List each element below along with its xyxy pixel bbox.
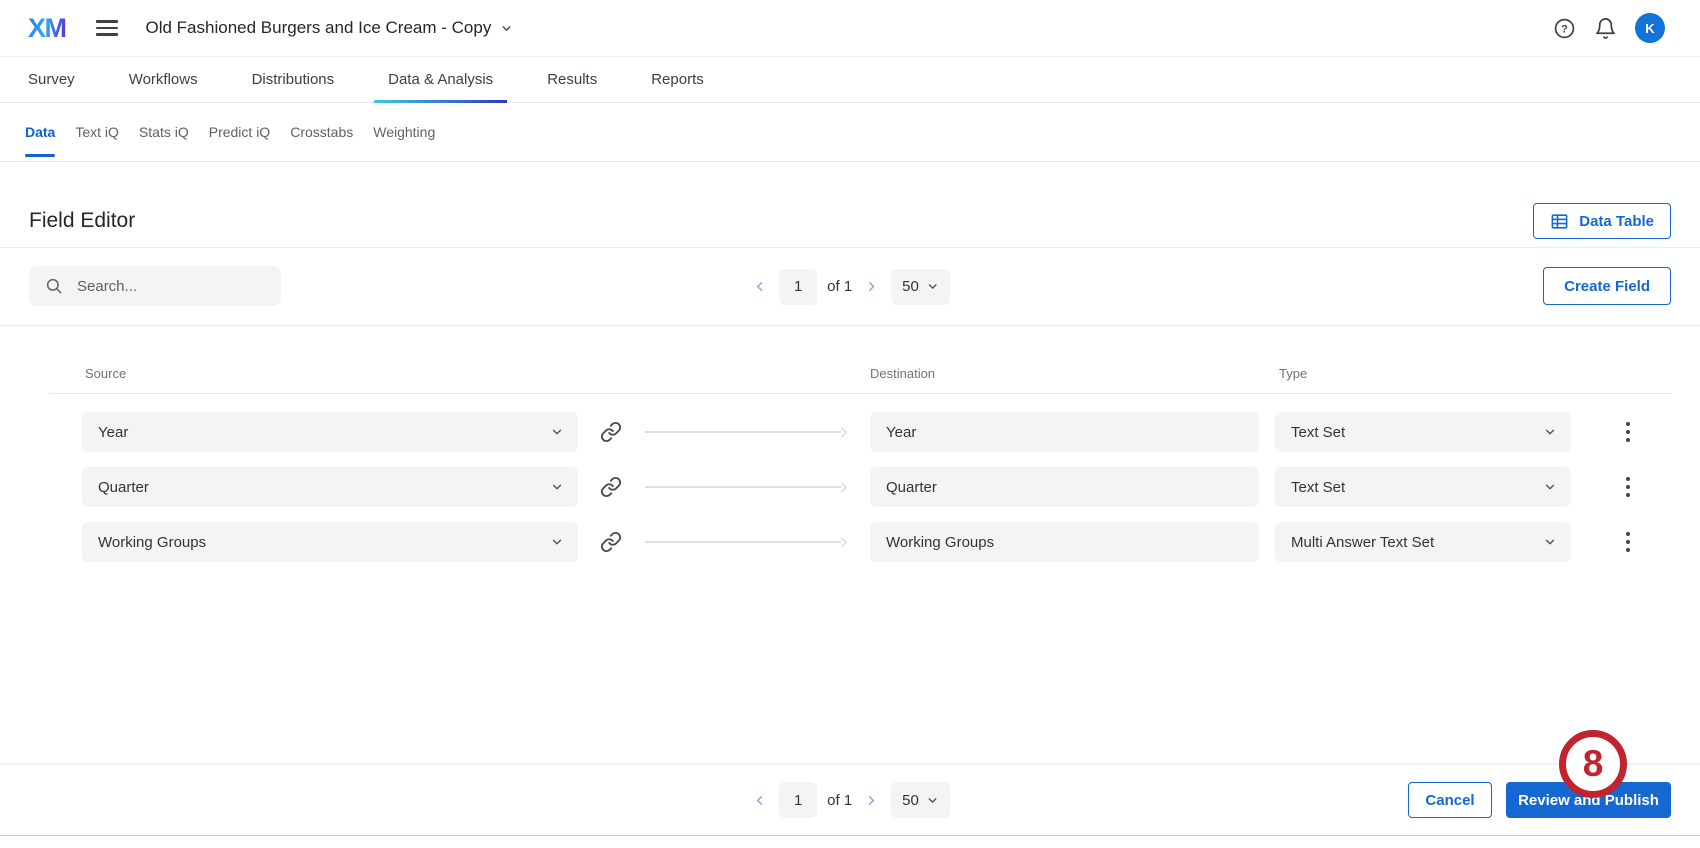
top-bar: XM Old Fashioned Burgers and Ice Cream -… xyxy=(0,0,1700,57)
avatar[interactable]: K xyxy=(1635,13,1665,43)
row-kebab-menu-button[interactable] xyxy=(1614,417,1642,447)
chevron-down-icon xyxy=(926,794,939,807)
footer-bar: 1 of 1 50 Cancel Review and Publish 8 xyxy=(0,763,1700,836)
data-analysis-subnav: Data Text iQ Stats iQ Predict iQ Crossta… xyxy=(0,103,1700,162)
next-page-button[interactable] xyxy=(862,791,881,810)
project-title: Old Fashioned Burgers and Ice Cream - Co… xyxy=(146,18,492,38)
subtab-text-iq[interactable]: Text iQ xyxy=(75,103,119,161)
chevron-down-icon xyxy=(1543,535,1557,549)
mapping-arrow xyxy=(645,522,851,562)
field-editor-panel: Field Editor Data Table 1 of 1 5 xyxy=(0,162,1700,763)
project-nav: Survey Workflows Distributions Data & An… xyxy=(0,57,1700,103)
source-field-dropdown[interactable]: Quarter xyxy=(82,467,578,507)
row-kebab-menu-button[interactable] xyxy=(1614,472,1642,502)
source-field-value: Quarter xyxy=(98,479,149,496)
help-icon[interactable]: ? xyxy=(1553,17,1576,40)
type-value: Text Set xyxy=(1291,424,1345,441)
chevron-down-icon xyxy=(1543,425,1557,439)
type-value: Multi Answer Text Set xyxy=(1291,534,1434,551)
page-size-value: 50 xyxy=(902,278,919,295)
table-controls-row: 1 of 1 50 Create Field xyxy=(0,248,1700,326)
destination-field-value: Quarter xyxy=(886,479,937,496)
page-size-dropdown[interactable]: 50 xyxy=(891,782,950,818)
table-header-row: Source Destination Type xyxy=(0,326,1700,393)
column-header-source: Source xyxy=(85,366,126,381)
page-size-dropdown[interactable]: 50 xyxy=(891,269,950,305)
chevron-down-icon xyxy=(550,425,564,439)
svg-text:?: ? xyxy=(1561,23,1568,35)
tab-results[interactable]: Results xyxy=(533,57,611,102)
field-rows: Year Year Text Set Quarter xyxy=(0,394,1700,562)
next-page-button[interactable] xyxy=(862,277,881,296)
search-input[interactable] xyxy=(75,277,269,296)
create-field-button[interactable]: Create Field xyxy=(1543,267,1671,305)
source-field-dropdown[interactable]: Working Groups xyxy=(82,522,578,562)
xm-logo[interactable]: XM xyxy=(28,13,66,44)
mapping-arrow xyxy=(645,412,851,452)
tab-reports[interactable]: Reports xyxy=(637,57,718,102)
chevron-down-icon xyxy=(1543,480,1557,494)
current-page-box[interactable]: 1 xyxy=(779,269,817,305)
data-table-button[interactable]: Data Table xyxy=(1533,203,1671,239)
page-count-label: of 1 xyxy=(827,278,852,295)
field-row-working-groups: Working Groups Working Groups Multi Answ… xyxy=(0,522,1700,562)
page-title: Field Editor xyxy=(29,209,135,233)
tab-distributions[interactable]: Distributions xyxy=(238,57,349,102)
source-field-dropdown[interactable]: Year xyxy=(82,412,578,452)
tab-survey[interactable]: Survey xyxy=(14,57,89,102)
destination-field-value: Year xyxy=(886,424,916,441)
menu-icon[interactable] xyxy=(96,16,118,40)
field-row-year: Year Year Text Set xyxy=(0,412,1700,452)
destination-field: Quarter xyxy=(870,467,1259,507)
link-icon xyxy=(600,531,622,553)
bell-icon[interactable] xyxy=(1594,17,1617,40)
destination-field: Working Groups xyxy=(870,522,1259,562)
field-row-quarter: Quarter Quarter Text Set xyxy=(0,467,1700,507)
subtab-weighting[interactable]: Weighting xyxy=(373,103,435,161)
project-title-dropdown[interactable]: Old Fashioned Burgers and Ice Cream - Co… xyxy=(146,18,514,38)
source-field-value: Working Groups xyxy=(98,534,206,551)
tab-data-analysis[interactable]: Data & Analysis xyxy=(374,57,507,102)
search-icon xyxy=(45,277,63,295)
chevron-down-icon xyxy=(550,535,564,549)
type-dropdown[interactable]: Text Set xyxy=(1275,412,1571,452)
prev-page-button[interactable] xyxy=(750,277,769,296)
chevron-down-icon xyxy=(926,280,939,293)
chevron-down-icon xyxy=(500,22,513,35)
type-dropdown[interactable]: Text Set xyxy=(1275,467,1571,507)
cancel-button[interactable]: Cancel xyxy=(1408,782,1492,818)
subtab-crosstabs[interactable]: Crosstabs xyxy=(290,103,353,161)
destination-field: Year xyxy=(870,412,1259,452)
data-table-button-label: Data Table xyxy=(1579,213,1654,230)
column-header-type: Type xyxy=(1279,366,1307,381)
avatar-initial: K xyxy=(1645,21,1654,36)
row-kebab-menu-button[interactable] xyxy=(1614,527,1642,557)
subtab-predict-iq[interactable]: Predict iQ xyxy=(209,103,270,161)
pagination-bottom: 1 of 1 50 xyxy=(750,782,950,818)
link-icon xyxy=(600,476,622,498)
chevron-down-icon xyxy=(550,480,564,494)
subtab-data[interactable]: Data xyxy=(25,103,55,161)
destination-field-value: Working Groups xyxy=(886,534,994,551)
page-count-label: of 1 xyxy=(827,792,852,809)
mapping-arrow xyxy=(645,467,851,507)
empty-area xyxy=(0,577,1700,763)
tab-workflows[interactable]: Workflows xyxy=(115,57,212,102)
page-size-value: 50 xyxy=(902,792,919,809)
table-icon xyxy=(1550,212,1569,231)
pagination-top: 1 of 1 50 xyxy=(750,269,950,305)
subtab-stats-iq[interactable]: Stats iQ xyxy=(139,103,189,161)
type-value: Text Set xyxy=(1291,479,1345,496)
column-header-destination: Destination xyxy=(870,366,935,381)
annotation-step-badge: 8 xyxy=(1559,730,1627,798)
type-dropdown[interactable]: Multi Answer Text Set xyxy=(1275,522,1571,562)
current-page-box[interactable]: 1 xyxy=(779,782,817,818)
prev-page-button[interactable] xyxy=(750,791,769,810)
search-box[interactable] xyxy=(29,266,281,306)
source-field-value: Year xyxy=(98,424,128,441)
link-icon xyxy=(600,421,622,443)
